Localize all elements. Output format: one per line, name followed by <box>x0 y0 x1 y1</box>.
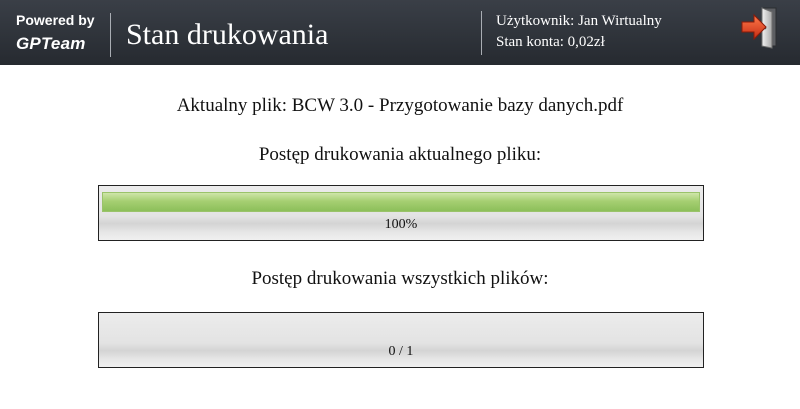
progress-percent: 100% <box>384 217 418 232</box>
page-title: Stan drukowania <box>126 18 329 51</box>
progress-count: 0 / 1 <box>388 344 414 359</box>
logo-text: GPTeam <box>16 34 86 53</box>
header-divider <box>481 11 482 55</box>
powered-by-label: Powered by <box>16 12 95 28</box>
current-file-progress-bar: 100% <box>98 185 704 241</box>
progress-track <box>102 192 700 212</box>
exit-button[interactable] <box>740 6 780 50</box>
all-progress-heading: Postęp drukowania wszystkich plików: <box>251 268 549 289</box>
current-progress-heading: Postęp drukowania aktualnego pliku: <box>258 144 542 165</box>
header-bar: Powered by GPTeam Stan drukowania Użytko… <box>0 0 800 65</box>
account-balance: Stan konta: 0,02zł <box>496 34 605 50</box>
progress-track <box>102 319 700 339</box>
header-divider <box>110 13 111 57</box>
user-name: Użytkownik: Jan Wirtualny <box>496 13 662 29</box>
progress-fill <box>102 192 700 212</box>
user-info: Użytkownik: Jan Wirtualny Stan konta: 0,… <box>496 11 662 53</box>
exit-door-icon <box>741 7 777 49</box>
brand: Powered by GPTeam <box>16 12 100 53</box>
current-file-label: Aktualny plik: BCW 3.0 - Przygotowanie b… <box>176 95 624 116</box>
all-files-progress-bar: 0 / 1 <box>98 312 704 368</box>
